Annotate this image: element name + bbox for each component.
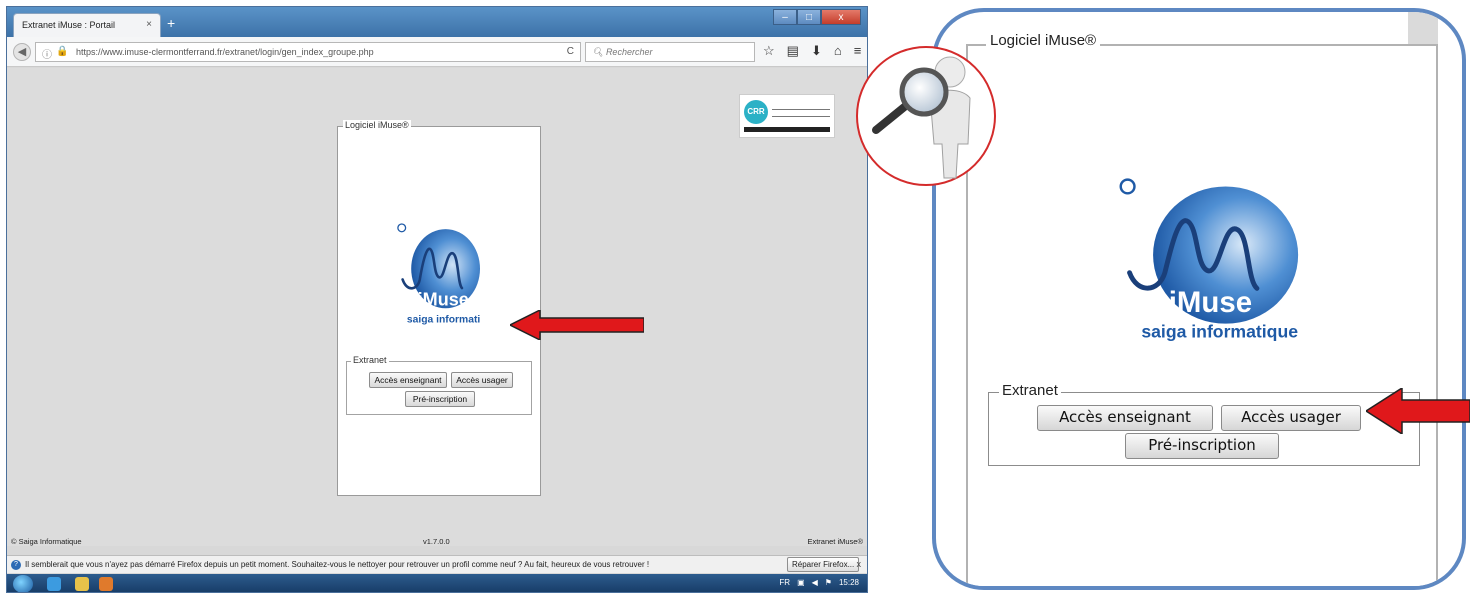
zoom-login-panel: Logiciel iMuse® iMuse saiga informatique…	[966, 32, 1438, 586]
tab-close-icon[interactable]: ×	[146, 19, 152, 30]
zoom-preregistration-button[interactable]: Pré-inscription	[1125, 433, 1279, 459]
crr-bar	[744, 127, 830, 132]
tray-flag-icon[interactable]: ⚑	[825, 578, 832, 587]
close-window-button[interactable]: x	[821, 9, 861, 25]
navigation-bar: ◀ ⓘ 🔒 https://www.imuse-clermontferrand.…	[7, 37, 867, 67]
address-bar[interactable]: ⓘ 🔒 https://www.imuse-clermontferrand.fr…	[35, 42, 581, 62]
tray-network-icon[interactable]: ▣	[797, 578, 805, 587]
reading-list-icon[interactable]: ▤	[787, 43, 799, 59]
tab-title: Extranet iMuse : Portail	[22, 20, 116, 30]
new-tab-button[interactable]: +	[167, 15, 175, 31]
window-controls: – □ x	[773, 9, 861, 25]
footer-copyright: © Saiga Informatique	[11, 537, 82, 546]
search-input[interactable]: 🔍︎ Rechercher	[585, 42, 755, 62]
teacher-access-button[interactable]: Accès enseignant	[369, 372, 447, 388]
extranet-legend: Extranet	[351, 355, 389, 365]
user-access-button[interactable]: Accès usager	[451, 372, 513, 388]
logo-brand-text: iMuse	[418, 289, 469, 309]
stage: Extranet iMuse : Portail × + – □ x ◀ ⓘ 🔒…	[0, 0, 1472, 593]
page-footer: © Saiga Informatique v1.7.0.0 Extranet i…	[7, 537, 867, 546]
zoom-extranet-fieldset: Extranet Accès enseignant Accès usager P…	[988, 382, 1420, 466]
taskbar: FR ▣ ◀ ⚑ 15:28	[7, 574, 867, 592]
zoom-imuse-logo: iMuse saiga informatique	[1119, 178, 1298, 341]
taskbar-clock[interactable]: 15:28	[839, 578, 859, 587]
ie-icon[interactable]	[47, 577, 61, 591]
download-icon[interactable]: ⬇	[811, 43, 822, 59]
system-tray: FR ▣ ◀ ⚑ 15:28	[779, 578, 859, 587]
highlight-arrow-small	[510, 310, 644, 340]
magnifier-badge	[856, 46, 996, 186]
panel-title: Logiciel iMuse®	[343, 120, 411, 130]
lock-icon[interactable]: 🔒	[56, 46, 68, 57]
zoom-extranet-legend: Extranet	[999, 382, 1061, 399]
highlight-arrow-large	[1366, 388, 1470, 434]
extranet-fieldset: Extranet Accès enseignant Accès usager P…	[346, 355, 532, 415]
crr-badge: CRR	[744, 100, 768, 124]
toolbar-icons: ☆ ▤ ⬇ ⌂ ≡	[763, 43, 861, 59]
page-content: CRR Logiciel iMuse® iMuse saiga informat…	[7, 68, 867, 546]
search-placeholder: Rechercher	[605, 47, 653, 57]
firefox-icon[interactable]	[99, 577, 113, 591]
help-icon: ?	[11, 560, 21, 570]
zoom-panel-title: Logiciel iMuse®	[986, 32, 1101, 49]
crr-text-lines	[772, 109, 830, 117]
repair-firefox-button[interactable]: Réparer Firefox...	[787, 557, 860, 572]
notification-message: Il semblerait que vous n'ayez pas démarr…	[25, 560, 650, 569]
home-icon[interactable]: ⌂	[834, 43, 842, 59]
footer-app-name: Extranet iMuse®	[807, 537, 863, 546]
minimize-button[interactable]: –	[773, 9, 797, 25]
language-indicator[interactable]: FR	[779, 578, 790, 587]
back-arrow-icon[interactable]: ◀	[13, 43, 31, 61]
reload-icon[interactable]: C	[567, 46, 574, 57]
info-icon[interactable]: ⓘ	[42, 46, 52, 61]
search-icon: 🔍︎	[592, 47, 606, 57]
star-icon[interactable]: ☆	[763, 43, 775, 59]
imuse-logo: iMuse saiga informatique	[397, 223, 480, 325]
zoom-logo-brand-text: iMuse	[1169, 286, 1252, 319]
tray-volume-icon[interactable]: ◀	[812, 578, 818, 587]
logo-tagline-text: saiga informatique	[407, 314, 480, 325]
zoom-teacher-access-button[interactable]: Accès enseignant	[1037, 405, 1213, 431]
notification-close-icon[interactable]: x	[857, 559, 862, 569]
title-bar: Extranet iMuse : Portail × + – □ x	[7, 7, 867, 37]
browser-window: Extranet iMuse : Portail × + – □ x ◀ ⓘ 🔒…	[6, 6, 868, 593]
preregistration-button[interactable]: Pré-inscription	[405, 391, 475, 407]
footer-version: v1.7.0.0	[423, 537, 450, 546]
magnifier-figure-icon	[872, 56, 971, 179]
zoom-panel: Logiciel iMuse® iMuse saiga informatique…	[932, 8, 1466, 590]
browser-tab[interactable]: Extranet iMuse : Portail ×	[13, 13, 161, 37]
zoom-user-access-button[interactable]: Accès usager	[1221, 405, 1361, 431]
crr-logo: CRR	[739, 94, 835, 138]
maximize-button[interactable]: □	[797, 9, 821, 25]
zoom-logo-tagline-text: saiga informatique	[1141, 321, 1298, 341]
start-button-icon[interactable]	[13, 575, 33, 592]
url-text: https://www.imuse-clermontferrand.fr/ext…	[76, 47, 374, 57]
explorer-icon[interactable]	[75, 577, 89, 591]
notification-bar: ? Il semblerait que vous n'ayez pas déma…	[7, 555, 867, 573]
